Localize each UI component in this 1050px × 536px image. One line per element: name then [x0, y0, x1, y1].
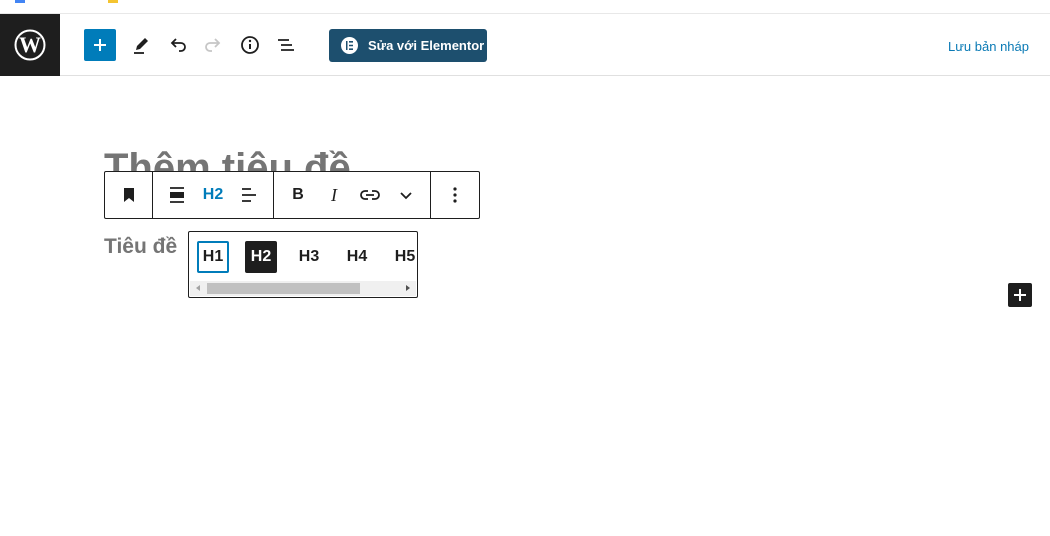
heading-level-option-h1[interactable]: H1: [197, 241, 229, 273]
bookmark-item[interactable]: [108, 0, 126, 4]
align-left-icon: [242, 188, 256, 202]
more-formats-button[interactable]: [388, 172, 424, 218]
plus-icon: [1014, 289, 1026, 301]
tools-button[interactable]: [125, 29, 157, 61]
scrollbar-thumb[interactable]: [207, 283, 360, 294]
heading-level-dropdown: H1 H2 H3 H4 H5: [188, 231, 418, 298]
heading-level-option-h3[interactable]: H3: [293, 241, 325, 273]
bookmarks-bar: [0, 0, 1050, 14]
heading-block[interactable]: Tiêu đề: [104, 235, 177, 259]
save-draft-button[interactable]: Lưu bản nháp: [948, 39, 1029, 54]
editor-header: W Sửa với Elementor Lưu bản nháp: [0, 14, 1050, 76]
text-align-button[interactable]: [231, 172, 267, 218]
bookmark-item[interactable]: [15, 0, 33, 4]
undo-button[interactable]: [162, 29, 194, 61]
scroll-right-arrow-icon[interactable]: [406, 285, 410, 291]
scroll-left-arrow-icon[interactable]: [196, 285, 200, 291]
bookmark-icon: [123, 188, 134, 202]
inserter-add-button[interactable]: [1008, 283, 1032, 307]
align-wide-icon: [170, 187, 184, 203]
italic-button[interactable]: I: [316, 172, 352, 218]
italic-label: I: [331, 184, 337, 205]
pencil-icon: [134, 38, 148, 54]
block-type-button[interactable]: [111, 172, 147, 218]
list-view-icon: [278, 39, 294, 51]
plus-icon: [94, 39, 106, 51]
edit-with-elementor-button[interactable]: Sửa với Elementor: [329, 29, 487, 62]
horizontal-scrollbar[interactable]: [190, 281, 416, 296]
list-view-button[interactable]: [270, 29, 302, 61]
chevron-down-icon: [400, 192, 412, 200]
redo-icon: [205, 38, 221, 52]
block-align-button[interactable]: [159, 172, 195, 218]
bold-button[interactable]: B: [280, 172, 316, 218]
add-block-button[interactable]: [84, 29, 116, 61]
more-vertical-icon: [453, 187, 457, 203]
heading-level-option-h4[interactable]: H4: [341, 241, 373, 273]
redo-button[interactable]: [197, 29, 229, 61]
heading-level-option-h2[interactable]: H2: [245, 241, 277, 273]
heading-level-button[interactable]: H2: [195, 172, 231, 218]
elementor-button-label: Sửa với Elementor: [368, 38, 485, 53]
options-button[interactable]: [437, 172, 473, 218]
svg-text:W: W: [19, 32, 41, 57]
link-button[interactable]: [352, 172, 388, 218]
details-button[interactable]: [234, 29, 266, 61]
wordpress-icon: W: [14, 29, 46, 61]
heading-level-option-h5[interactable]: H5: [389, 241, 417, 273]
link-icon: [360, 190, 380, 200]
info-icon: [241, 36, 259, 54]
heading-level-label: H2: [202, 186, 224, 203]
wordpress-logo[interactable]: W: [0, 14, 60, 76]
elementor-icon: [341, 37, 358, 54]
undo-icon: [170, 38, 186, 52]
block-toolbar: H2 B I: [104, 171, 480, 219]
